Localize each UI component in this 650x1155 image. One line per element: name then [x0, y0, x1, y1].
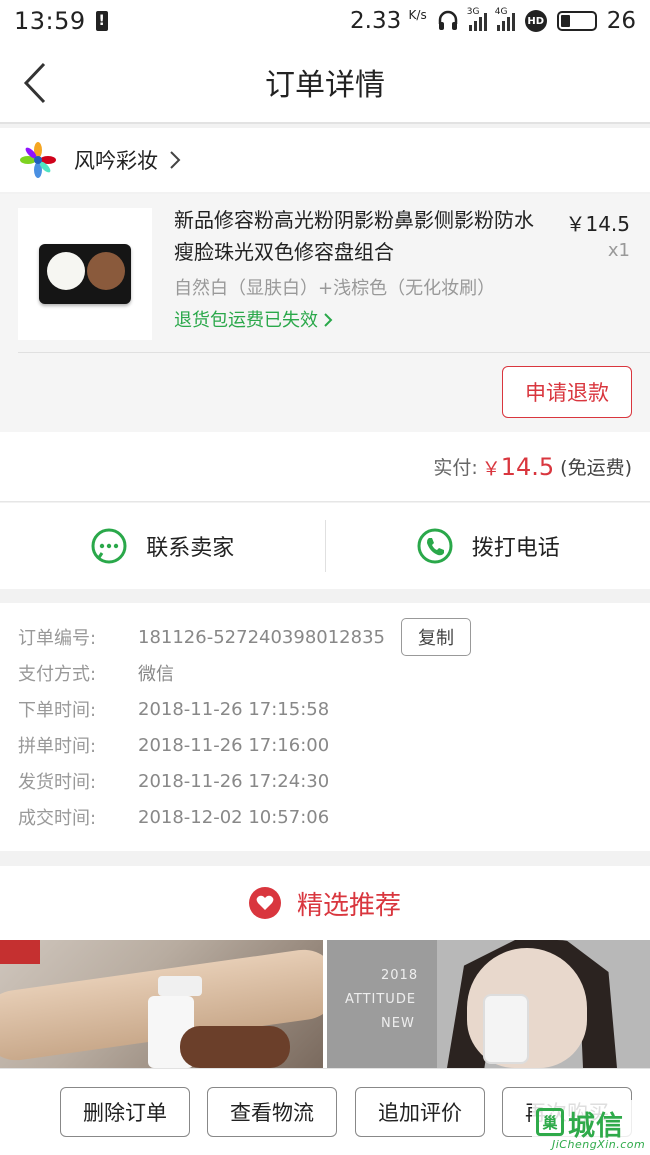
divider: [18, 352, 650, 353]
order-number-row: 订单编号: 181126-527240398012835 复制: [18, 618, 632, 656]
product-price: ￥14.5: [565, 212, 630, 236]
contact-seller-button[interactable]: 联系卖家: [0, 503, 325, 589]
product-sku: 自然白（显肤白）+浅棕色（无化妆刷）: [174, 278, 496, 299]
nav-bar: 订单详情: [0, 42, 650, 124]
image-caption: 2018: [381, 968, 419, 983]
page-title: 订单详情: [265, 68, 385, 103]
recommend-item-image[interactable]: 2018 ATTITUDE NEW: [327, 940, 650, 1068]
info-row: 拼单时间: 2018-11-26 17:16:00: [18, 727, 632, 763]
image-caption: NEW: [381, 1016, 415, 1031]
heart-icon: [248, 887, 281, 919]
chevron-right-icon: [324, 313, 333, 327]
info-row: 下单时间: 2018-11-26 17:15:58: [18, 691, 632, 727]
info-key: 成交时间:: [18, 808, 97, 829]
info-row: 成交时间: 2018-12-02 10:57:06: [18, 799, 632, 835]
hand-shape: [180, 1026, 290, 1068]
paid-currency: ￥: [481, 457, 501, 480]
model-phone: [483, 994, 529, 1064]
recommend-item-image[interactable]: [0, 940, 323, 1068]
watermark-url: JiChengXin.com: [552, 1138, 646, 1151]
alert-icon: !: [95, 11, 108, 31]
hd-icon: HD: [524, 10, 547, 32]
call-button[interactable]: 拨打电话: [326, 503, 650, 589]
signal-4g-icon: 4G: [495, 7, 515, 31]
return-policy[interactable]: 退货包运费已失效: [174, 306, 334, 332]
palette-white: [47, 252, 85, 290]
return-policy-text: 退货包运费已失效: [174, 310, 318, 331]
order-info: 订单编号: 181126-527240398012835 复制 支付方式: 微信…: [0, 603, 650, 851]
paid-label: 实付:: [433, 457, 478, 479]
refund-button[interactable]: 申请退款: [502, 366, 632, 418]
network-speed: 2.33 K/s: [350, 8, 427, 34]
info-key: 拼单时间:: [18, 736, 97, 757]
shipping-note: (免运费): [560, 457, 632, 479]
status-time: 13:59: [14, 7, 86, 35]
product-quantity: x1: [607, 240, 630, 261]
payment-summary: 实付: ￥14.5 (免运费): [0, 432, 650, 502]
info-value: 2018-11-26 17:15:58: [138, 698, 330, 720]
corner-tag: [0, 940, 40, 964]
phone-icon: [417, 528, 453, 564]
info-key: 发货时间:: [18, 772, 97, 793]
palette-brown: [87, 252, 125, 290]
battery-icon: [556, 11, 597, 31]
info-key: 订单编号:: [18, 628, 97, 649]
info-value: 微信: [138, 664, 174, 685]
contact-bar: 联系卖家 拨打电话: [0, 503, 650, 589]
info-row: 支付方式: 微信: [18, 655, 632, 691]
bottle-pump: [158, 976, 202, 996]
paid-amount-value: 14.5: [500, 452, 555, 481]
order-number: 181126-527240398012835: [138, 626, 385, 648]
shop-name: 风吟彩妆: [74, 149, 158, 173]
status-right: 2.33 K/s 3G 4G HD 26: [350, 7, 636, 34]
chevron-left-icon[interactable]: [18, 60, 52, 106]
image-caption: ATTITUDE: [345, 992, 417, 1007]
signal-3g-icon: 3G: [467, 7, 487, 31]
site-watermark: 巢 城信 JiChengXin.com: [532, 1100, 650, 1155]
product-card: 新品修容粉高光粉阴影粉鼻影侧影粉防水瘦脸珠光双色修容盘组合 ￥14.5 x1 自…: [0, 194, 650, 432]
copy-button[interactable]: 复制: [401, 618, 471, 656]
info-value: 2018-11-26 17:16:00: [138, 734, 330, 756]
recommend-title: 精选推荐: [296, 890, 401, 921]
info-value: 2018-12-02 10:57:06: [138, 806, 330, 828]
chevron-right-icon: [170, 151, 181, 169]
info-key: 下单时间:: [18, 700, 97, 721]
call-label: 拨打电话: [471, 536, 560, 561]
recommend-gallery: 2018 ATTITUDE NEW: [0, 940, 650, 1068]
watermark-logo-icon: 巢: [536, 1108, 564, 1136]
delete-order-button[interactable]: 删除订单: [60, 1087, 190, 1137]
product-title[interactable]: 新品修容粉高光粉阴影粉鼻影侧影粉防水瘦脸珠光双色修容盘组合: [174, 204, 544, 268]
network-speed-unit: K/s: [408, 8, 427, 22]
product-thumbnail[interactable]: [18, 208, 152, 340]
add-review-button[interactable]: 追加评价: [355, 1087, 485, 1137]
info-value: 2018-11-26 17:24:30: [138, 770, 330, 792]
paid-amount: ￥14.5: [482, 453, 554, 481]
recommend-header: 精选推荐: [0, 866, 650, 940]
shop-row[interactable]: 风吟彩妆: [0, 128, 650, 192]
headphone-icon: [438, 10, 457, 30]
status-bar: 13:59 ! 2.33 K/s 3G 4G HD 26: [0, 0, 650, 42]
info-row: 发货时间: 2018-11-26 17:24:30: [18, 763, 632, 799]
flower-logo-icon: [20, 142, 56, 178]
info-key: 支付方式:: [18, 664, 97, 685]
chat-icon: [91, 528, 127, 564]
network-speed-value: 2.33: [350, 8, 402, 34]
contour-palette-image: [39, 244, 131, 304]
battery-level: 26: [606, 8, 636, 34]
view-logistics-button[interactable]: 查看物流: [207, 1087, 337, 1137]
contact-seller-label: 联系卖家: [146, 536, 235, 561]
